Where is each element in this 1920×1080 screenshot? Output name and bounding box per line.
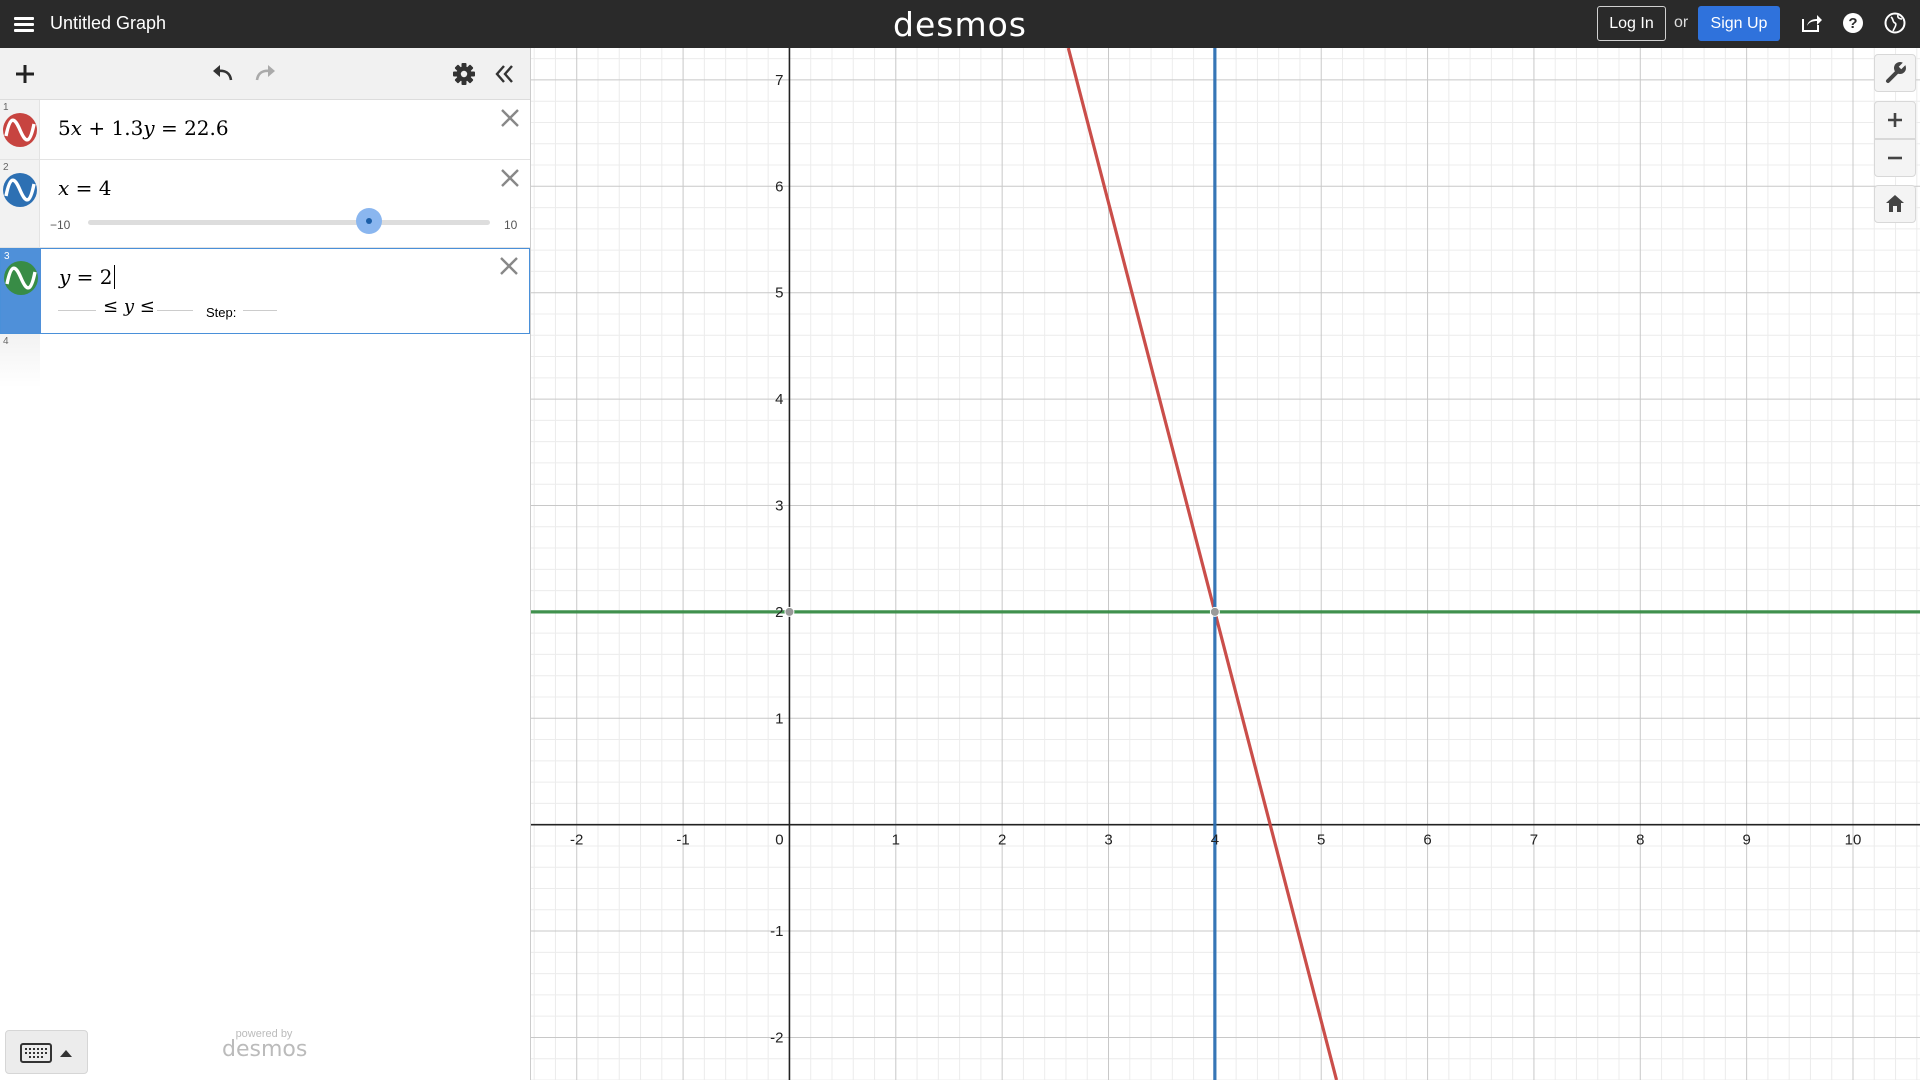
zoom-out-icon: [1888, 156, 1902, 160]
y-tick-label: -1: [770, 923, 783, 940]
y-tick-label: 5: [775, 285, 783, 302]
slider-max-label[interactable]: 10: [504, 218, 517, 232]
zoom-in-icon: [1888, 113, 1902, 127]
expression-row-4[interactable]: 4: [0, 334, 530, 388]
x-tick-label: -2: [570, 832, 583, 849]
y-tick-label: 4: [775, 391, 783, 408]
curves: [531, 48, 1920, 1080]
graph-canvas[interactable]: -2 -1 0 1 2 3 4 5 6 7 8 9 10 -2 -1 1 2 3 4 5 6 7: [531, 48, 1920, 1080]
y-tick-label: 6: [775, 178, 783, 195]
axes: [531, 48, 1920, 1080]
expression-tab-3[interactable]: 3: [1, 249, 41, 333]
expression-tab-4[interactable]: 4: [0, 334, 40, 388]
collapse-panel-icon[interactable]: [490, 60, 518, 88]
svg-text:?: ?: [1848, 15, 1857, 32]
expression-toolbar: [0, 48, 530, 100]
graph-paper[interactable]: -2 -1 0 1 2 3 4 5 6 7 8 9 10 -2 -1 1 2 3 4 5 6 7: [531, 48, 1920, 1080]
zoom-out-button[interactable]: [1874, 139, 1916, 177]
graph-title[interactable]: Untitled Graph: [50, 13, 166, 34]
expression-row-3[interactable]: 3 y = 2 ≤ y ≤ Step:: [0, 248, 530, 334]
add-icon[interactable]: [11, 60, 39, 88]
delete-icon[interactable]: [496, 164, 524, 192]
zoom-in-button[interactable]: [1874, 101, 1916, 139]
top-bar: Untitled Graph desmos Log In or Sign Up …: [0, 0, 1920, 48]
expression-input-3[interactable]: y = 2: [59, 265, 115, 289]
home-icon: [1886, 195, 1904, 212]
y-tick-label: 7: [775, 72, 783, 89]
share-icon[interactable]: [1798, 10, 1824, 36]
powered-by-desmos[interactable]: powered by desmos: [222, 1028, 307, 1062]
expression-input-1[interactable]: 5x + 1.3y = 22.6: [58, 116, 229, 140]
intersection-point-1: [1209, 606, 1220, 617]
x-tick-label: 10: [1845, 832, 1862, 849]
x-tick-label: -1: [676, 832, 689, 849]
language-icon[interactable]: [1882, 10, 1908, 36]
minor-gridlines: [531, 48, 1920, 1080]
range-inequality: ≤ y ≤: [103, 296, 155, 317]
range-min-input[interactable]: [58, 291, 96, 311]
menu-icon[interactable]: [12, 12, 36, 36]
sign-up-button[interactable]: Sign Up: [1698, 6, 1780, 41]
y-tick-label: -2: [770, 1029, 783, 1046]
keyboard-icon: [20, 1043, 72, 1063]
delete-icon[interactable]: [495, 252, 523, 280]
x-tick-label: 8: [1636, 832, 1644, 849]
expression-number: 2: [3, 162, 9, 173]
x-tick-label: 6: [1423, 832, 1431, 849]
expression-number: 1: [3, 102, 9, 113]
graph-style-icon-blue[interactable]: [2, 172, 38, 208]
graph-style-icon-green[interactable]: [3, 260, 39, 296]
y-tick-label: 2: [775, 604, 783, 621]
range-max-input[interactable]: [157, 291, 193, 311]
or-label: or: [1674, 14, 1689, 31]
default-viewport-button[interactable]: [1874, 185, 1916, 223]
x-tick-label: 0: [775, 832, 783, 849]
undo-icon[interactable]: [209, 60, 237, 88]
settings-icon[interactable]: [450, 60, 478, 88]
step-input[interactable]: [243, 291, 277, 311]
help-icon[interactable]: ?: [1840, 10, 1866, 36]
expression-input-2[interactable]: x = 4: [58, 176, 111, 200]
expression-row-1[interactable]: 1 5x + 1.3y = 22.6: [0, 100, 530, 160]
redo-icon[interactable]: [251, 60, 279, 88]
log-in-button[interactable]: Log In: [1597, 6, 1666, 41]
expression-number: 4: [3, 336, 9, 347]
keyboard-toggle-button[interactable]: [5, 1030, 88, 1074]
x-tick-label: 7: [1530, 832, 1538, 849]
x-tick-label: 9: [1742, 832, 1750, 849]
expression-tab-2[interactable]: 2: [0, 160, 40, 247]
expression-row-2[interactable]: 2 x = 4 −10 10: [0, 160, 530, 248]
x-tick-label: 2: [998, 832, 1006, 849]
major-gridlines: [531, 48, 1920, 1080]
slider-track[interactable]: [88, 220, 490, 225]
wrench-icon: [1886, 60, 1908, 83]
expression-tab-1[interactable]: 1: [0, 100, 40, 159]
y-tick-label: 1: [775, 710, 783, 727]
delete-icon[interactable]: [496, 104, 524, 132]
x-tick-label: 1: [892, 832, 900, 849]
x-tick-label: 5: [1317, 832, 1325, 849]
expression-number: 3: [4, 251, 10, 262]
x-tick-label: 3: [1104, 832, 1112, 849]
slider-min-label[interactable]: −10: [50, 218, 70, 232]
graph-settings-button[interactable]: [1874, 54, 1916, 92]
step-label: Step:: [206, 305, 237, 320]
intersection-point-2: [784, 606, 795, 617]
graph-style-icon-red[interactable]: [2, 112, 38, 148]
x-tick-label: 4: [1211, 832, 1219, 849]
expression-panel: 1 5x + 1.3y = 22.6 2 x = 4 −10 10 3 y = …: [0, 48, 531, 1080]
y-tick-label: 3: [775, 497, 783, 514]
